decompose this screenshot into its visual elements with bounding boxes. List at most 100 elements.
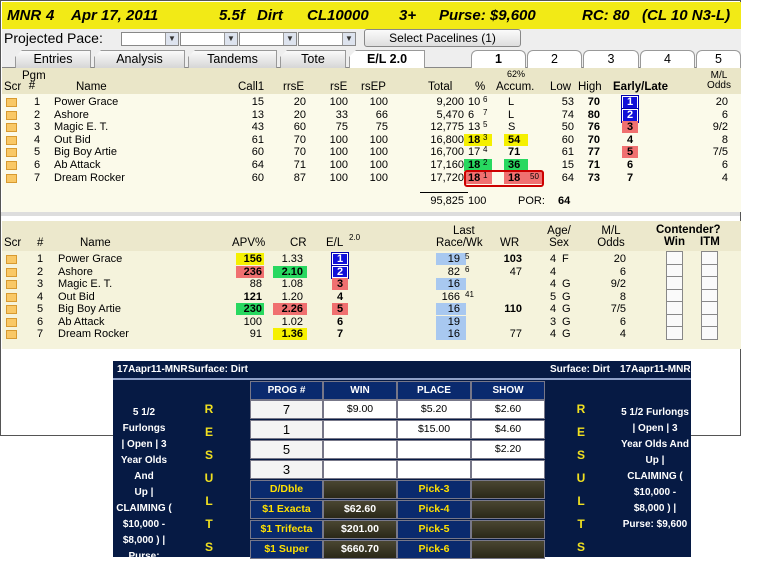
hdr-ml-odds: M/L Odds xyxy=(707,70,731,91)
cr-value: 1.33 xyxy=(281,253,303,265)
el-value: 2 xyxy=(336,265,344,278)
tab-race-2[interactable]: 2 xyxy=(527,50,582,68)
rsep-value: 100 xyxy=(369,171,388,184)
scratch-checkbox[interactable] xyxy=(6,317,17,327)
results-title-bar: 17Aapr11-MNR Surface: Dirt Surface: Dirt… xyxy=(113,361,691,378)
row-pgm: 1 xyxy=(34,96,41,108)
pace-select-2[interactable]: ▼ xyxy=(180,32,238,46)
results-letter: E xyxy=(576,425,585,439)
hdr-low: Low xyxy=(550,81,572,93)
scratch-checkbox[interactable] xyxy=(6,161,17,170)
scratch-checkbox[interactable] xyxy=(6,110,17,120)
scratch-checkbox[interactable] xyxy=(6,123,17,133)
hdr-rse: rsE xyxy=(330,81,348,93)
pace-select-4[interactable]: ▼ xyxy=(298,32,356,46)
hdr-itm: ITM xyxy=(700,236,720,248)
scratch-checkbox[interactable] xyxy=(6,173,17,183)
ml-odds: 8 xyxy=(619,290,626,303)
scratch-checkbox[interactable] xyxy=(6,267,17,277)
sex-value: G xyxy=(562,290,571,303)
sex-value: G xyxy=(562,303,571,315)
tab-race-3[interactable]: 3 xyxy=(583,50,639,68)
total-value: 12,775 xyxy=(430,121,464,134)
low-value: 15 xyxy=(561,159,574,171)
race-title-bar: MNR 4 Apr 17, 2011 5.5f Dirt CL10000 3+ … xyxy=(2,2,741,29)
projected-pace-row: Projected Pace: ▼ ▼ ▼ ▼ Select Pacelines… xyxy=(2,29,741,49)
scratch-checkbox[interactable] xyxy=(6,148,17,158)
results-surface-left: Surface: Dirt xyxy=(188,364,249,375)
wr-value: 47 xyxy=(509,265,522,278)
sex-value: F xyxy=(562,253,569,265)
pace-select-1[interactable]: ▼ xyxy=(121,32,179,46)
total-pct: 100 xyxy=(468,195,487,207)
rsep-value: 100 xyxy=(369,146,388,159)
cond-line: | Open | 3 xyxy=(121,439,167,450)
results-letter: T xyxy=(577,517,585,531)
last-race-value: 166 xyxy=(441,290,460,303)
horse-name: Magic E. T. xyxy=(54,121,109,134)
rrse-value: 20 xyxy=(293,96,306,108)
rrse-value: 71 xyxy=(293,159,306,171)
accum-value: S xyxy=(508,121,516,134)
el-value: 5 xyxy=(626,146,634,159)
last-race-value: 19 xyxy=(447,253,460,265)
race-purse: Purse: $9,600 xyxy=(439,7,536,24)
result-show: $2.60 xyxy=(471,400,545,419)
pct-rank: 2 xyxy=(483,158,488,167)
pick-label: Pick-5 xyxy=(397,520,471,539)
hdr-apv: APV% xyxy=(232,237,266,249)
tab-race-1[interactable]: 1 xyxy=(471,50,526,68)
select-pacelines-button[interactable]: Select Pacelines (1) xyxy=(364,29,521,47)
scratch-checkbox[interactable] xyxy=(6,305,17,314)
tab-el-2[interactable]: E/L 2.0 xyxy=(349,50,425,68)
row-pgm: 2 xyxy=(34,108,41,121)
contender-itm-checkbox[interactable] xyxy=(701,326,718,340)
total-value: 16,800 xyxy=(430,133,464,146)
apv-value: 91 xyxy=(249,328,262,340)
call1-value: 13 xyxy=(251,108,264,121)
ml-odds: 4 xyxy=(721,171,728,184)
results-col-header: PLACE xyxy=(397,381,471,400)
hdr-accum-pct: 62% xyxy=(507,69,526,79)
results-col-header: SHOW xyxy=(471,381,545,400)
scratch-checkbox[interactable] xyxy=(6,255,17,264)
results-vertical-left: R E S U L T S xyxy=(185,398,233,559)
high-value: 77 xyxy=(587,146,600,159)
hdr-contender: Contender? xyxy=(656,224,721,236)
high-value: 71 xyxy=(587,159,600,171)
el-value: 7 xyxy=(626,171,634,184)
results-vertical-right: R E S U L T S xyxy=(557,398,605,559)
last-race-value: 19 xyxy=(447,315,460,328)
scratch-checkbox[interactable] xyxy=(6,135,17,145)
panel-separator xyxy=(1,212,740,216)
scratch-checkbox[interactable] xyxy=(6,292,17,302)
scratch-checkbox[interactable] xyxy=(6,280,17,289)
ml-odds: 6 xyxy=(721,159,728,171)
row-pgm: 7 xyxy=(34,171,41,184)
total-divider xyxy=(420,192,468,193)
race-distance: 5.5f xyxy=(219,7,245,24)
ml-odds: 7/5 xyxy=(712,146,728,159)
tab-race-4[interactable]: 4 xyxy=(640,50,695,68)
race-conditions-left: 5 1/2 Furlongs | Open | 3 Year Olds And … xyxy=(113,405,175,581)
hdr-call1: Call1 xyxy=(238,81,265,93)
ml-odds: 6 xyxy=(721,108,728,121)
result-show xyxy=(471,460,545,479)
result-place xyxy=(397,460,471,479)
tab-tandems[interactable]: Tandems xyxy=(188,50,277,68)
scratch-checkbox[interactable] xyxy=(6,98,17,107)
hdr-wr: WR xyxy=(500,237,520,249)
horse-name: Power Grace xyxy=(58,253,123,265)
pct-rank: 5 xyxy=(483,120,488,130)
low-value: 50 xyxy=(561,121,574,134)
tab-tote[interactable]: Tote xyxy=(280,50,346,68)
rse-value: 100 xyxy=(329,159,348,171)
contender-win-checkbox[interactable] xyxy=(666,326,683,340)
scratch-checkbox[interactable] xyxy=(6,330,17,339)
tab-entries[interactable]: Entries xyxy=(15,50,91,68)
tab-race-5[interactable]: 5 xyxy=(696,50,741,68)
ml-odds: 7/5 xyxy=(610,303,626,315)
pace-select-3[interactable]: ▼ xyxy=(239,32,297,46)
hdr-rrse: rrsE xyxy=(283,81,305,93)
tab-analysis[interactable]: Analysis xyxy=(94,50,185,68)
